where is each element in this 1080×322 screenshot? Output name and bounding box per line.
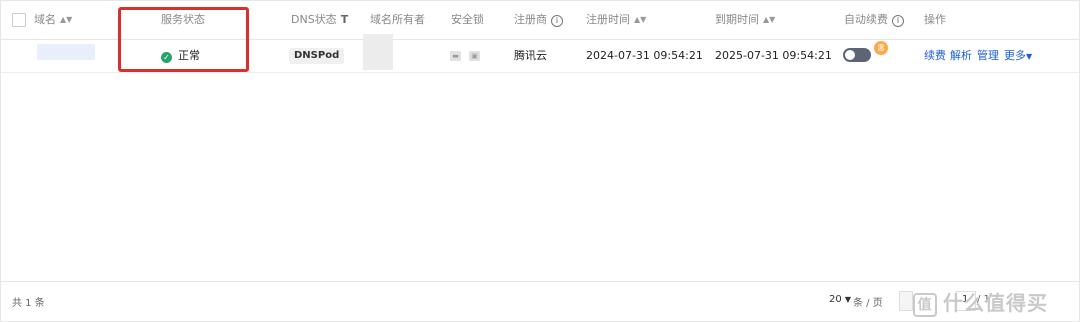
dns-resolve-link[interactable]: 解析 [950, 48, 972, 64]
column-owner: 域名所有者 [370, 13, 425, 26]
caret-down-icon: ▼ [844, 295, 852, 304]
expire-time-cell: 2025-07-31 09:54:21 [715, 49, 832, 62]
filter-icon[interactable]: T [341, 12, 349, 28]
sort-icon[interactable]: ▲▼ [634, 12, 646, 28]
column-actions: 操作 [924, 13, 946, 26]
total-count: 共 1 条 [12, 298, 45, 309]
domain-name-redacted[interactable] [37, 44, 95, 60]
column-registrar: 注册商 i [514, 12, 563, 28]
domain-list-panel: 域名 ▲▼ 服务状态 DNS状态 T 域名所有者 安全锁 注册商 i 注册时间 ▲▼ 到… [0, 0, 1080, 322]
caret-down-icon: ▼ [1026, 52, 1033, 61]
column-register-time[interactable]: 注册时间 ▲▼ [586, 12, 646, 28]
column-dns-status[interactable]: DNS状态 T [291, 12, 348, 28]
watermark-logo-icon: 值 [913, 293, 937, 317]
select-all-checkbox[interactable] [12, 13, 26, 27]
more-dropdown[interactable]: 更多▼ [1004, 48, 1032, 65]
sort-icon[interactable]: ▲▼ [763, 12, 775, 28]
prev-page-button[interactable] [899, 291, 913, 311]
manage-link[interactable]: 管理 [977, 48, 999, 64]
info-icon[interactable]: i [551, 15, 563, 27]
column-security-lock: 安全锁 [451, 13, 484, 26]
sort-icon[interactable]: ▲▼ [60, 12, 72, 28]
lock-icon[interactable]: ▣ [469, 51, 480, 61]
register-time-cell: 2024-07-31 09:54:21 [586, 49, 703, 62]
watermark: 值什么值得买 [913, 287, 1048, 317]
registrar-cell: 腾讯云 [514, 49, 547, 62]
page-size-select[interactable]: 20 ▼ [829, 294, 851, 305]
auto-renew-toggle[interactable] [843, 48, 871, 62]
column-auto-renew: 自动续费 i [844, 12, 904, 28]
info-icon[interactable]: i [892, 15, 904, 27]
column-expire-time[interactable]: 到期时间 ▲▼ [715, 12, 775, 28]
annotation-highlight-box [118, 7, 249, 72]
watermark-text: 什么值得买 [943, 291, 1048, 315]
lock-icon[interactable]: ▬ [450, 51, 461, 61]
toggle-knob [845, 50, 855, 60]
promo-badge[interactable]: 惠 [874, 41, 888, 55]
owner-redacted [363, 34, 393, 70]
renew-link[interactable]: 续费 [924, 48, 946, 64]
column-domain[interactable]: 域名 ▲▼ [34, 12, 72, 28]
dns-status-tag: DNSPod [289, 48, 345, 64]
page-size-unit: 条 / 页 [853, 298, 883, 309]
